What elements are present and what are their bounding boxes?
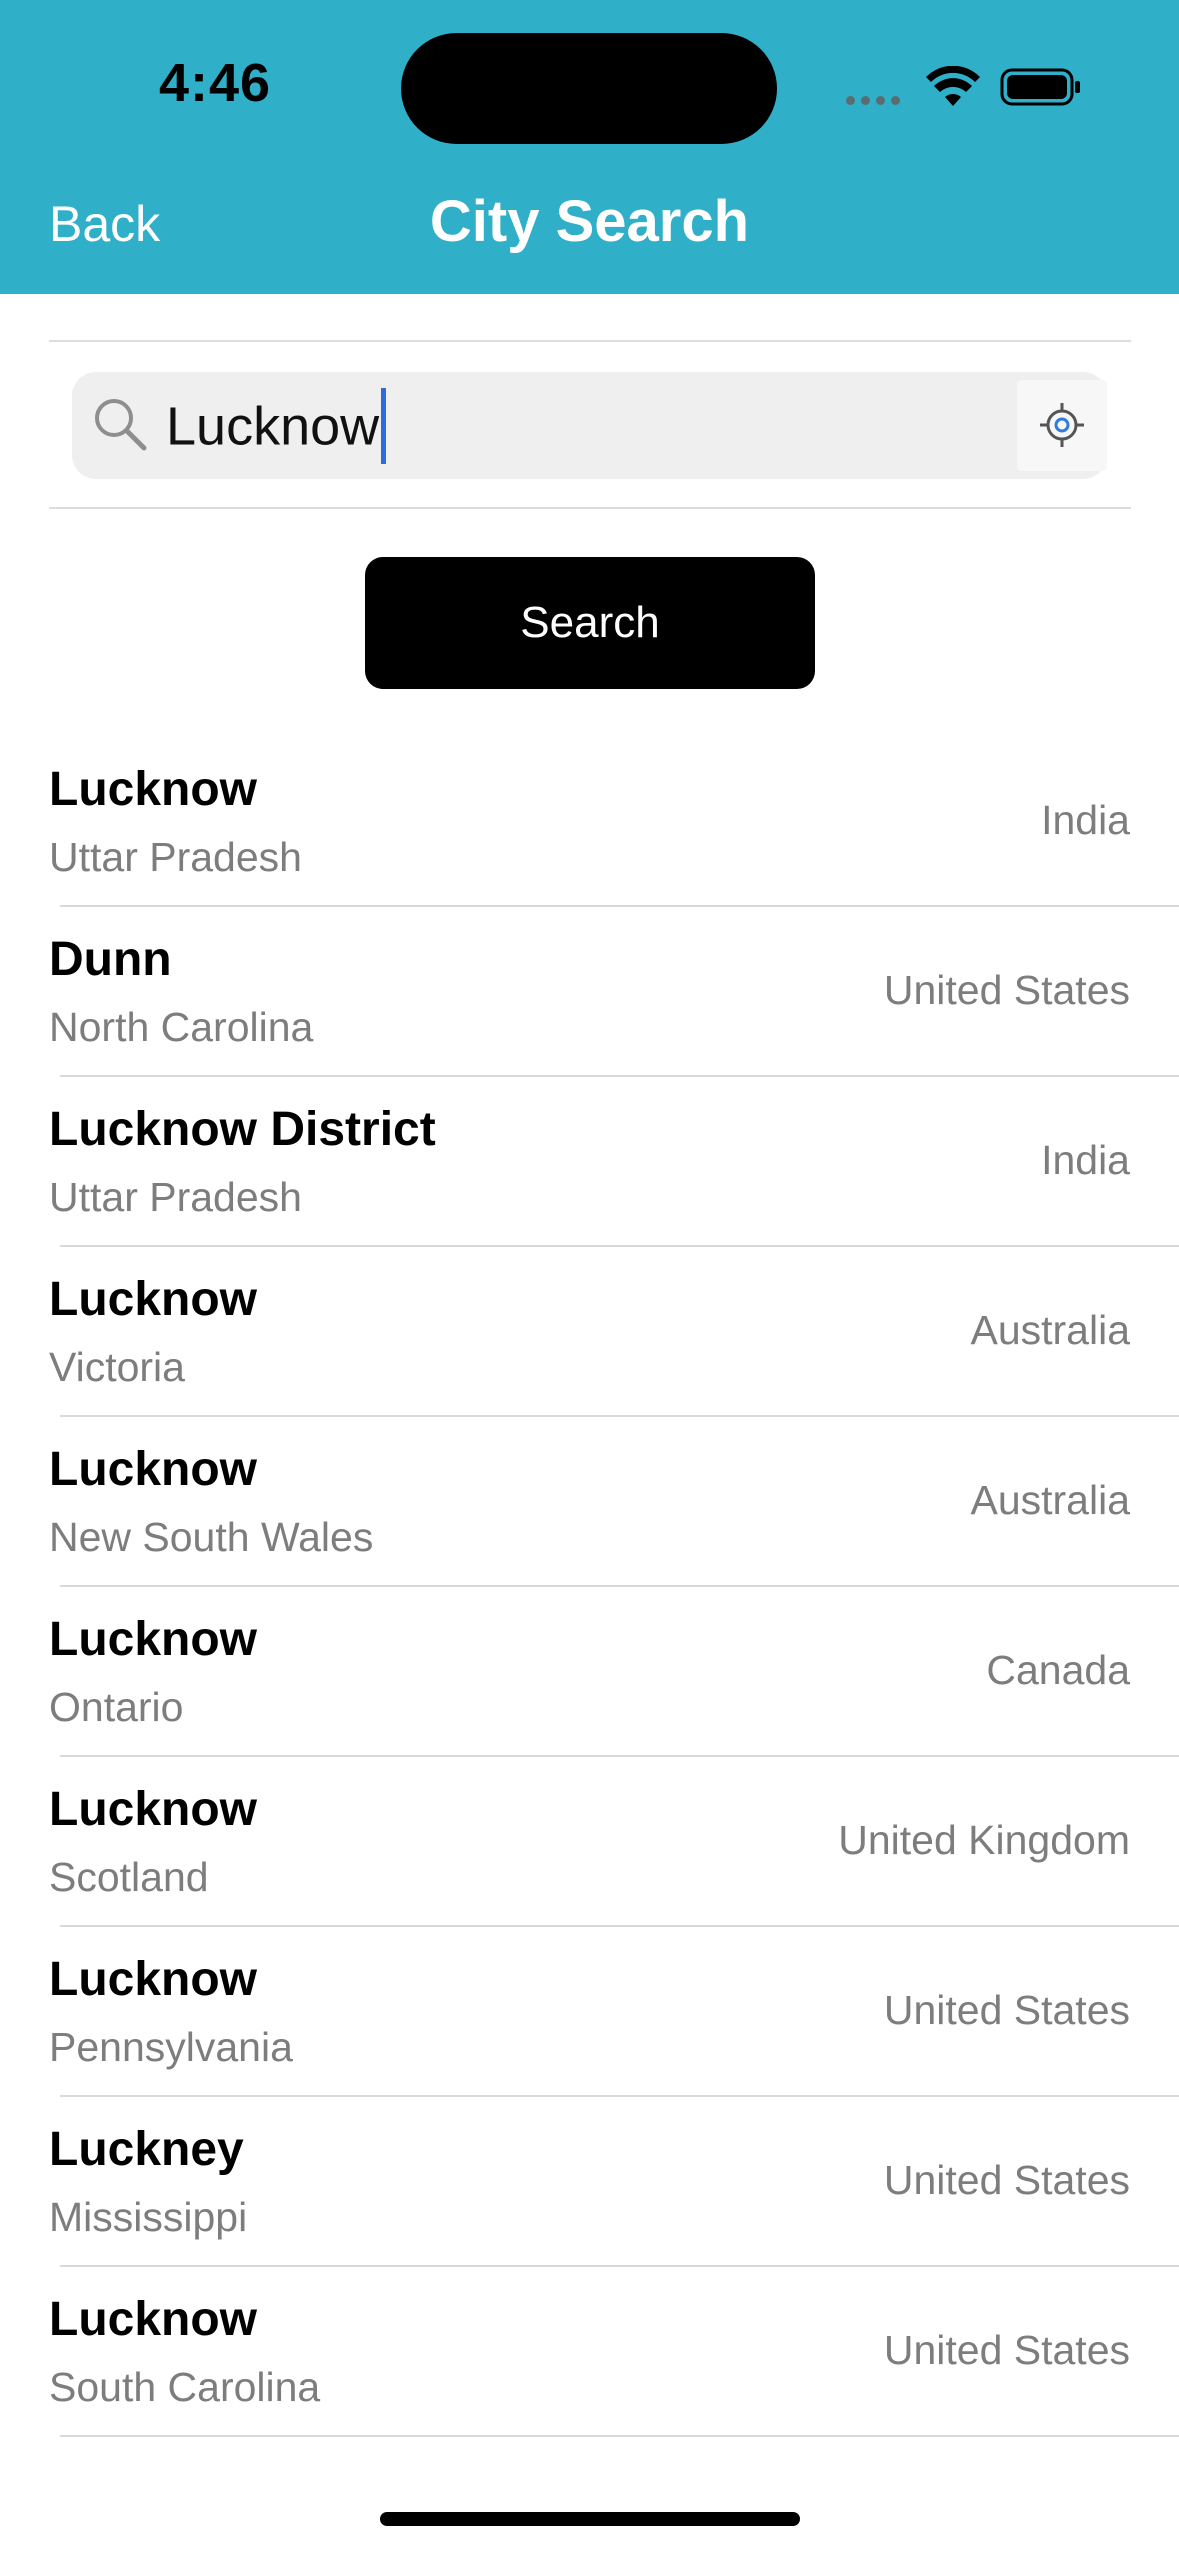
list-item[interactable]: Lucknow Ontario Canada [0,1587,1179,1757]
search-button[interactable]: Search [365,557,815,689]
result-region: North Carolina [49,1004,314,1050]
result-country: United States [883,967,1130,1013]
result-city: Lucknow District [49,1103,436,1156]
list-item[interactable]: Lucknow Victoria Australia [0,1247,1179,1417]
result-city: Lucknow [49,1783,258,1836]
list-item[interactable]: Dunn North Carolina United States [0,907,1179,1077]
search-icon [95,399,147,451]
result-region: Pennsylvania [49,2024,293,2070]
city-search-screen: 4:46 Back City Search Lucknow Search Luc… [0,0,1179,2556]
list-item[interactable]: Lucknow Pennsylvania United States [0,1927,1179,2097]
result-region: Scotland [49,1854,209,1900]
result-region: Victoria [49,1344,185,1390]
result-region: South Carolina [49,2364,321,2410]
list-item[interactable]: Lucknow Scotland United Kingdom [0,1757,1179,1927]
result-region: New South Wales [49,1514,374,1560]
result-country: India [1041,797,1130,843]
battery-icon [1000,68,1080,106]
list-item[interactable]: Luckney Mississippi United States [0,2097,1179,2267]
result-country: Australia [970,1477,1130,1523]
status-time: 4:46 [158,53,272,113]
location-crosshair-icon [1040,403,1084,447]
result-city: Lucknow [49,763,258,816]
row-divider [60,2435,1179,2437]
result-country: Australia [970,1307,1130,1353]
divider [49,340,1131,342]
result-region: Uttar Pradesh [49,834,302,880]
result-country: United States [883,2327,1130,2373]
result-city: Lucknow [49,1443,258,1496]
result-city: Lucknow [49,1613,258,1666]
wifi-icon [926,66,980,106]
result-country: United States [883,2157,1130,2203]
result-country: United States [883,1987,1130,2033]
home-indicator[interactable] [380,2512,800,2526]
page-title: City Search [429,189,750,254]
result-country: Canada [986,1647,1130,1693]
current-location-button[interactable] [1017,380,1107,471]
result-region: Ontario [49,1684,184,1730]
list-item[interactable]: Lucknow District Uttar Pradesh India [0,1077,1179,1247]
list-item[interactable]: Lucknow Uttar Pradesh India [0,737,1179,907]
list-item[interactable]: Lucknow South Carolina United States [0,2267,1179,2437]
result-city: Dunn [49,933,172,986]
result-country: United Kingdom [838,1817,1130,1863]
search-input-value: Lucknow [166,396,380,457]
divider [49,507,1131,509]
result-country: India [1041,1137,1130,1183]
text-caret [381,388,387,464]
result-city: Lucknow [49,1273,258,1326]
result-city: Lucknow [49,2293,258,2346]
list-item[interactable]: Lucknow New South Wales Australia [0,1417,1179,1587]
dynamic-island [401,33,777,144]
search-input[interactable]: Lucknow [166,388,387,468]
result-city: Lucknow [49,1953,258,2006]
result-region: Uttar Pradesh [49,1174,302,1220]
nav-header: 4:46 Back City Search [0,0,1179,294]
result-city: Luckney [49,2123,244,2176]
cellular-signal-icon [846,96,906,106]
result-region: Mississippi [49,2194,248,2240]
results-list: Lucknow Uttar Pradesh India Dunn North Carol… [0,737,1179,2437]
